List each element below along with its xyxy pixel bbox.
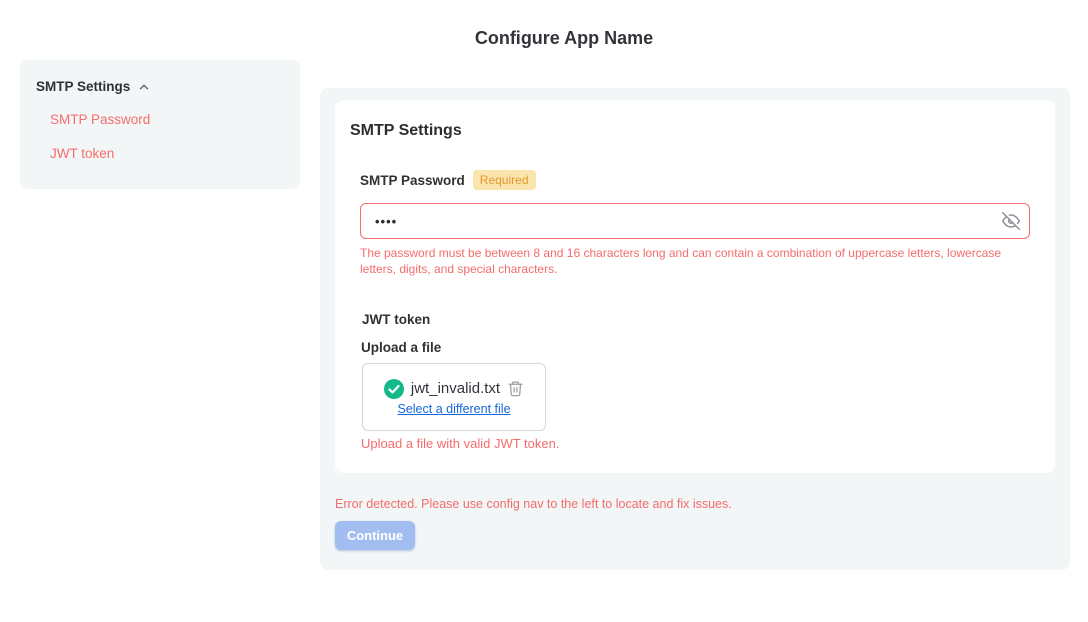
sidebar-section-smtp-settings[interactable]: SMTP Settings	[36, 79, 284, 94]
panel-error-text: Error detected. Please use config nav to…	[335, 497, 732, 511]
chevron-up-icon	[137, 80, 151, 94]
jwt-error-text: Upload a file with valid JWT token.	[361, 436, 559, 451]
sidebar-section-label: SMTP Settings	[36, 79, 130, 94]
sidebar-item-jwt-token[interactable]: JWT token	[50, 145, 284, 162]
card-title: SMTP Settings	[350, 122, 462, 140]
upload-file-label: Upload a file	[361, 340, 441, 355]
delete-file-button[interactable]	[507, 380, 524, 397]
smtp-password-input[interactable]	[360, 203, 1030, 239]
smtp-password-label-row: SMTP Password Required	[360, 170, 536, 190]
toggle-password-visibility-button[interactable]	[1000, 210, 1022, 232]
eye-off-icon	[1002, 218, 1020, 233]
uploaded-file-row: jwt_invalid.txt	[384, 379, 524, 399]
uploaded-file-name: jwt_invalid.txt	[411, 380, 500, 397]
configure-app-page: Configure App Name SMTP Settings SMTP Pa…	[0, 0, 1088, 622]
check-circle-icon	[384, 379, 404, 399]
smtp-password-input-wrap	[360, 203, 1030, 239]
trash-icon	[507, 385, 524, 400]
required-badge: Required	[473, 170, 536, 190]
password-error-text: The password must be between 8 and 16 ch…	[360, 245, 1018, 277]
select-different-file-link[interactable]: Select a different file	[397, 402, 510, 416]
config-panel: SMTP Settings SMTP Password Required The…	[320, 88, 1070, 570]
smtp-password-label: SMTP Password	[360, 173, 465, 188]
page-title: Configure App Name	[40, 28, 1088, 49]
smtp-settings-card: SMTP Settings SMTP Password Required The…	[335, 100, 1055, 473]
config-nav-sidebar: SMTP Settings SMTP Password JWT token	[20, 60, 300, 189]
jwt-token-label: JWT token	[362, 312, 430, 327]
continue-button[interactable]: Continue	[335, 521, 415, 550]
file-upload-box: jwt_invalid.txt Select a different file	[362, 363, 546, 431]
sidebar-item-smtp-password[interactable]: SMTP Password	[50, 111, 284, 128]
